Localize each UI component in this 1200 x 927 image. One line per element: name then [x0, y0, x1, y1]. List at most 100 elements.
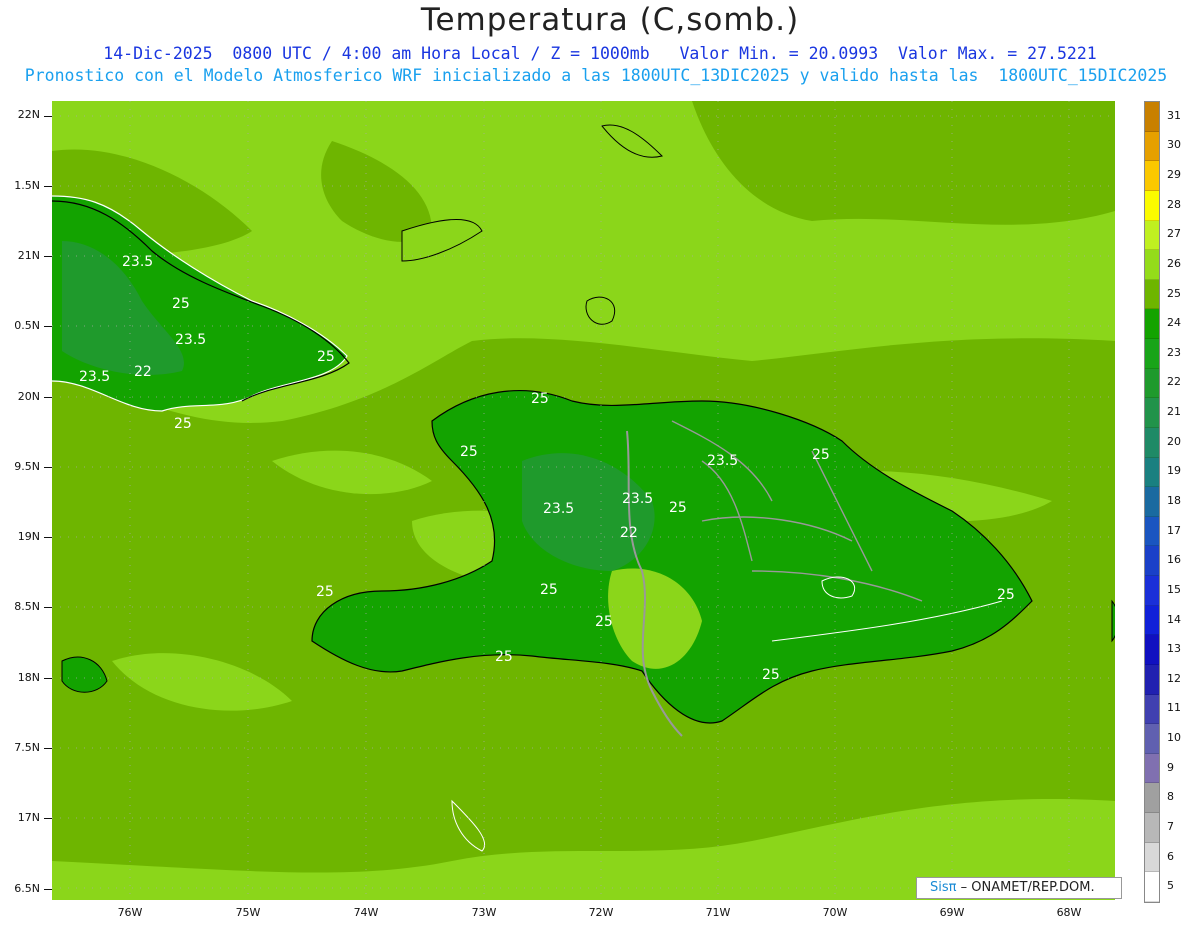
colorbar-swatch — [1145, 279, 1159, 310]
lat-tick — [44, 678, 52, 679]
colorbar-swatch — [1145, 250, 1159, 280]
lat-label: 20N — [17, 390, 40, 403]
colorbar-swatch — [1145, 724, 1159, 754]
colorbar-label: 21 — [1167, 405, 1181, 419]
colorbar-label: 24 — [1167, 316, 1181, 330]
colorbar-label: 10 — [1167, 731, 1181, 745]
colorbar-label: 16 — [1167, 553, 1181, 567]
contour-label: 25 — [762, 667, 780, 683]
temperature-colorbar — [1144, 101, 1160, 903]
colorbar-label: 9 — [1167, 760, 1174, 774]
colorbar-swatch — [1145, 398, 1159, 428]
lon-label: 76W — [117, 906, 143, 919]
lat-tick — [44, 326, 52, 327]
colorbar-swatch — [1145, 842, 1159, 873]
colorbar-swatch — [1145, 102, 1159, 132]
map-title: Temperatura (C,somb.) — [420, 2, 800, 38]
contour-label: 25 — [317, 349, 335, 365]
lat-tick — [44, 397, 52, 398]
lat-label: 7.5N — [14, 741, 40, 754]
lat-tick — [44, 116, 52, 117]
credit-box: Sisπ – ONAMET/REP.DOM. — [916, 877, 1122, 899]
colorbar-label: 17 — [1167, 523, 1181, 537]
colorbar-swatch — [1145, 872, 1159, 902]
lat-label: 6.5N — [14, 882, 40, 895]
contour-label: 25 — [540, 582, 558, 598]
colorbar-swatch — [1145, 339, 1159, 369]
lat-tick — [44, 889, 52, 890]
map-canvas: 23.5 25 23.5 23.5 22 25 25 25 23.5 25 23… — [52, 101, 1115, 900]
colorbar-swatch — [1145, 427, 1159, 458]
colorbar-swatch — [1145, 131, 1159, 162]
contour-label: 25 — [460, 444, 478, 460]
contour-label: 23.5 — [707, 453, 738, 469]
colorbar-swatch — [1145, 546, 1159, 577]
lat-label: 9.5N — [14, 460, 40, 473]
lon-label: 75W — [235, 906, 261, 919]
colorbar-label: 12 — [1167, 671, 1181, 685]
lat-tick — [44, 256, 52, 257]
colorbar-swatch — [1145, 309, 1159, 340]
lat-label: 19N — [17, 530, 40, 543]
colorbar-label: 23 — [1167, 345, 1181, 359]
colorbar-label: 13 — [1167, 642, 1181, 656]
lat-label: 1.5N — [14, 179, 40, 192]
contour-label: 23.5 — [622, 491, 653, 507]
lon-label: 72W — [588, 906, 614, 919]
colorbar-label: 7 — [1167, 819, 1174, 833]
contour-label: 23.5 — [79, 369, 110, 385]
lat-label: 17N — [17, 811, 40, 824]
model-info-subtitle: Pronostico con el Modelo Atmosferico WRF… — [24, 66, 1168, 85]
contour-label: 22 — [134, 364, 152, 380]
lat-tick — [44, 186, 52, 187]
lat-label: 0.5N — [14, 319, 40, 332]
colorbar-swatch — [1145, 635, 1159, 665]
colorbar-label: 27 — [1167, 227, 1181, 241]
contour-label: 23.5 — [122, 254, 153, 270]
lon-label: 69W — [939, 906, 965, 919]
lat-tick — [44, 748, 52, 749]
colorbar-swatch — [1145, 783, 1159, 814]
lon-label: 70W — [822, 906, 848, 919]
colorbar-label: 14 — [1167, 612, 1181, 626]
lat-label: 21N — [17, 249, 40, 262]
contour-label: 25 — [669, 500, 687, 516]
colorbar-label: 30 — [1167, 138, 1181, 152]
colorbar-swatch — [1145, 753, 1159, 784]
colorbar-label: 29 — [1167, 168, 1181, 182]
colorbar-swatch — [1145, 487, 1159, 517]
contour-label: 23.5 — [543, 501, 574, 517]
lon-label: 73W — [471, 906, 497, 919]
contour-label: 25 — [316, 584, 334, 600]
colorbar-swatch — [1145, 605, 1159, 636]
colorbar-label: 18 — [1167, 494, 1181, 507]
lat-tick — [44, 537, 52, 538]
colorbar-swatch — [1145, 220, 1159, 251]
colorbar-label: 28 — [1167, 197, 1181, 211]
colorbar-label: 25 — [1167, 286, 1181, 300]
colorbar-swatch — [1145, 190, 1159, 221]
lat-label: 8.5N — [14, 600, 40, 613]
credit-text: – ONAMET/REP.DOM. — [956, 880, 1095, 895]
colorbar-label: 11 — [1167, 701, 1181, 715]
forecast-time-subtitle: 14-Dic-2025 0800 UTC / 4:00 am Hora Loca… — [103, 44, 1097, 63]
colorbar-swatch — [1145, 576, 1159, 606]
lon-label: 74W — [353, 906, 379, 919]
colorbar-label: 8 — [1167, 790, 1174, 804]
colorbar-label: 20 — [1167, 434, 1181, 448]
colorbar-label: 22 — [1167, 375, 1181, 389]
lon-label: 68W — [1056, 906, 1082, 919]
colorbar-swatch — [1145, 161, 1159, 191]
lat-tick — [44, 607, 52, 608]
colorbar-label: 31 — [1167, 108, 1181, 122]
contour-label: 25 — [812, 447, 830, 463]
lat-label: 18N — [17, 671, 40, 684]
colorbar-label: 15 — [1167, 582, 1181, 596]
contour-label: 23.5 — [175, 332, 206, 348]
contour-label: 25 — [997, 587, 1015, 603]
colorbar-swatch — [1145, 664, 1159, 695]
colorbar-swatch — [1145, 368, 1159, 399]
lon-label: 71W — [705, 906, 731, 919]
lat-label: 22N — [17, 108, 40, 121]
colorbar-swatch — [1145, 813, 1159, 843]
